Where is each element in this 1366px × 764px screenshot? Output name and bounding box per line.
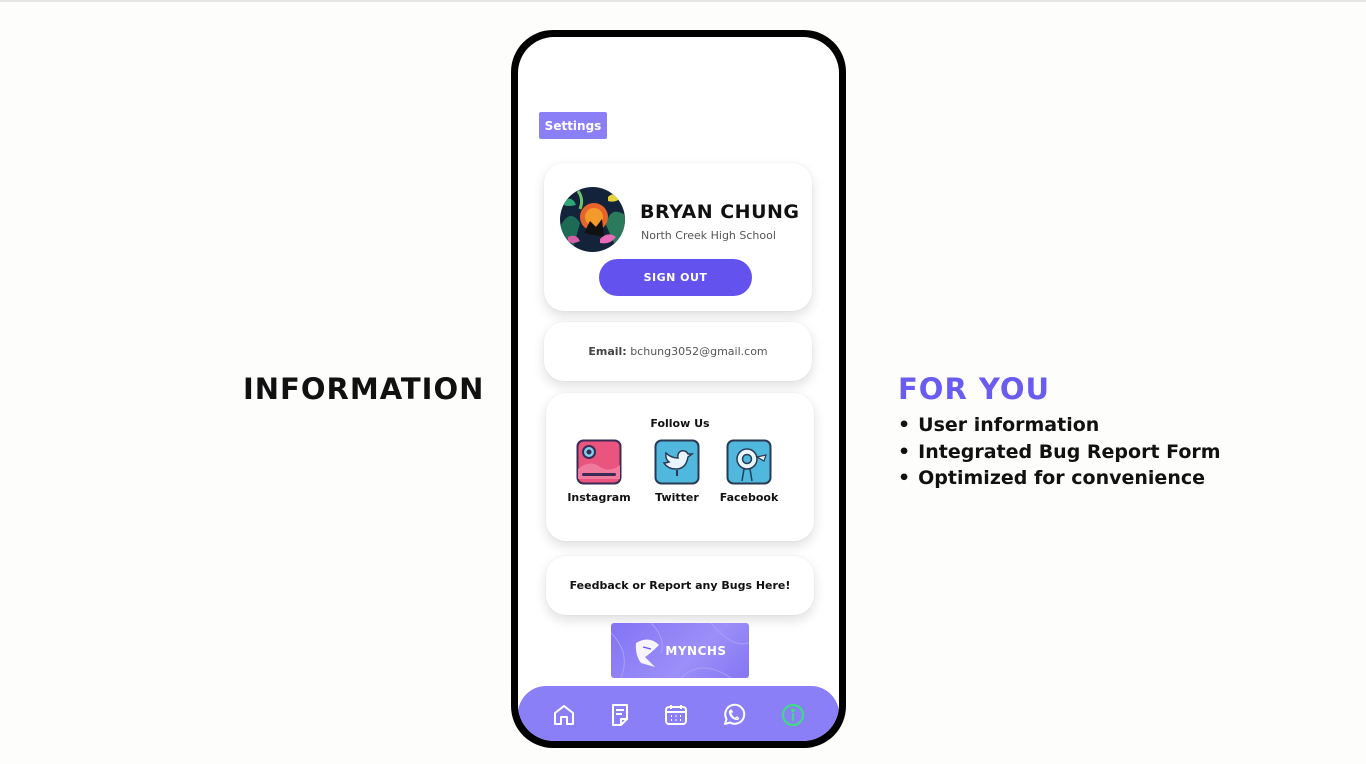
email-value: bchung3052@gmail.com bbox=[630, 345, 768, 358]
instagram-icon bbox=[576, 439, 622, 485]
whatsapp-icon[interactable] bbox=[721, 702, 747, 728]
feature-item: User information bbox=[898, 412, 1221, 439]
home-icon[interactable] bbox=[551, 702, 577, 728]
email-row: Email: bchung3052@gmail.com bbox=[588, 345, 767, 358]
feature-item: Optimized for convenience bbox=[898, 465, 1221, 492]
user-school: North Creek High School bbox=[641, 229, 776, 242]
right-text-block: FOR YOU User information Integrated Bug … bbox=[898, 372, 1221, 492]
feedback-label: Feedback or Report any Bugs Here! bbox=[569, 579, 791, 592]
avatar[interactable] bbox=[560, 187, 625, 252]
sign-out-button[interactable]: SIGN OUT bbox=[599, 259, 752, 296]
feature-item: Integrated Bug Report Form bbox=[898, 439, 1220, 466]
email-label: Email: bbox=[588, 345, 627, 358]
facebook-icon bbox=[726, 439, 772, 485]
calendar-icon[interactable] bbox=[663, 702, 689, 728]
facebook-link[interactable]: Facebook bbox=[714, 439, 784, 504]
mynchs-logo-banner: MYNCHS bbox=[611, 623, 749, 678]
follow-title: Follow Us bbox=[650, 417, 710, 430]
left-heading: INFORMATION bbox=[243, 372, 485, 406]
twitter-label: Twitter bbox=[655, 491, 699, 504]
user-name: BRYAN CHUNG bbox=[640, 201, 800, 223]
settings-button[interactable]: Settings bbox=[539, 112, 607, 139]
instagram-link[interactable]: Instagram bbox=[564, 439, 634, 504]
instagram-label: Instagram bbox=[567, 491, 631, 504]
top-divider bbox=[0, 0, 1366, 2]
phone-frame: Settings BRYAN CHUNG North Creek High Sc… bbox=[511, 30, 846, 748]
feature-list: User information Integrated Bug Report F… bbox=[898, 412, 1221, 492]
twitter-link[interactable]: Twitter bbox=[642, 439, 712, 504]
twitter-icon bbox=[654, 439, 700, 485]
email-card: Email: bchung3052@gmail.com bbox=[544, 322, 812, 381]
document-icon[interactable] bbox=[607, 702, 633, 728]
feedback-card[interactable]: Feedback or Report any Bugs Here! bbox=[546, 556, 814, 615]
profile-card: BRYAN CHUNG North Creek High School SIGN… bbox=[544, 163, 812, 311]
bottom-navigation bbox=[518, 686, 839, 741]
info-icon[interactable] bbox=[780, 702, 806, 728]
facebook-label: Facebook bbox=[719, 491, 779, 504]
follow-card: Follow Us Instagram Twitter Facebook bbox=[546, 393, 814, 541]
phone-screen: Settings BRYAN CHUNG North Creek High Sc… bbox=[518, 37, 839, 741]
logo-text: MYNCHS bbox=[665, 643, 727, 658]
right-heading: FOR YOU bbox=[898, 372, 1051, 406]
